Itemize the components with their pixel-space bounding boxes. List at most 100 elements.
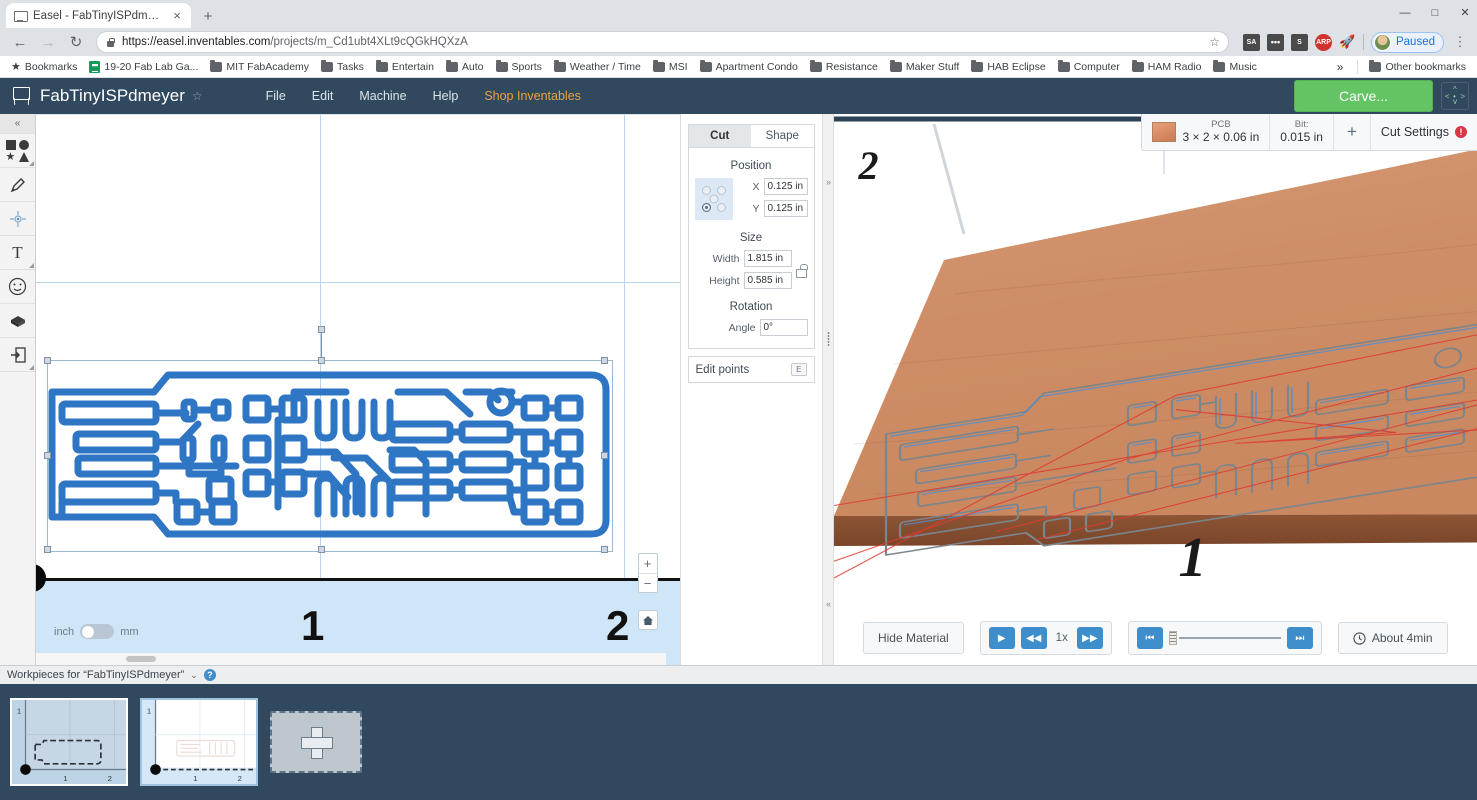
bookmark-star-icon[interactable]: ☆ bbox=[1209, 35, 1220, 49]
help-icon[interactable]: ? bbox=[203, 669, 216, 681]
import-tool[interactable] bbox=[0, 338, 35, 372]
resize-handle-se[interactable] bbox=[601, 546, 608, 553]
slider-thumb[interactable] bbox=[1168, 631, 1177, 645]
minimize-icon[interactable]: — bbox=[1397, 5, 1413, 21]
chevron-down-icon[interactable]: ⌄ bbox=[190, 670, 198, 681]
estimated-time-badge[interactable]: About 4min bbox=[1337, 622, 1448, 654]
bookmarks-overflow-icon[interactable]: » bbox=[1329, 60, 1352, 74]
zoom-out-button[interactable]: − bbox=[638, 573, 657, 592]
anchor-top-right[interactable] bbox=[716, 186, 726, 195]
add-workpiece-button[interactable] bbox=[270, 711, 362, 773]
anchor-center[interactable] bbox=[709, 194, 718, 204]
other-bookmarks-item[interactable]: Other bookmarks bbox=[1364, 59, 1471, 75]
anchor-bottom-left[interactable] bbox=[701, 203, 711, 212]
anchor-top-left[interactable] bbox=[701, 186, 711, 195]
rotation-angle-input[interactable]: 0° bbox=[759, 319, 808, 336]
hide-material-button[interactable]: Hide Material bbox=[862, 622, 964, 654]
resize-handle-sw[interactable] bbox=[44, 546, 51, 553]
reload-icon[interactable]: ↻ bbox=[64, 30, 88, 54]
bookmark-item-auto[interactable]: Auto bbox=[441, 59, 489, 75]
bookmark-item-apartment-condo[interactable]: Apartment Condo bbox=[695, 59, 803, 75]
aspect-lock-icon[interactable] bbox=[794, 263, 808, 278]
3d-object-tool[interactable] bbox=[0, 304, 35, 338]
resize-handle-s[interactable] bbox=[318, 546, 325, 553]
fast-forward-button[interactable]: ▶▶ bbox=[1076, 627, 1103, 649]
size-width-input[interactable]: 1.815 in bbox=[743, 250, 792, 267]
chrome-menu-icon[interactable]: ⋮ bbox=[1451, 34, 1469, 50]
menu-help[interactable]: Help bbox=[420, 85, 472, 107]
resize-handle-n[interactable] bbox=[318, 357, 325, 364]
bookmark-item-ham-radio[interactable]: HAM Radio bbox=[1127, 59, 1207, 75]
easel-logo-icon[interactable] bbox=[8, 84, 34, 108]
canvas-horizontal-scrollbar[interactable] bbox=[36, 653, 666, 665]
center-point-tool[interactable] bbox=[0, 202, 35, 236]
favorite-star-icon[interactable]: ☆ bbox=[192, 89, 203, 103]
arp-extension-icon[interactable]: ARP bbox=[1314, 33, 1332, 51]
bookmark-item-mitfabacademy[interactable]: MIT FabAcademy bbox=[205, 59, 314, 75]
rotation-handle[interactable] bbox=[318, 326, 325, 333]
bookmark-item-entertain[interactable]: Entertain bbox=[371, 59, 439, 75]
bookmark-item-hab-eclipse[interactable]: HAB Eclipse bbox=[966, 59, 1050, 75]
dots-extension-icon[interactable]: ••• bbox=[1266, 33, 1284, 51]
unit-switch[interactable] bbox=[80, 624, 115, 639]
3d-preview[interactable]: 2 1 PCB 3 × 2 × 0.06 in Bit: 0.015 in + … bbox=[833, 114, 1477, 665]
bookmark-item-music[interactable]: Music bbox=[1208, 59, 1261, 75]
bookmark-item-computer[interactable]: Computer bbox=[1053, 59, 1125, 75]
bookmark-item-resistance[interactable]: Resistance bbox=[805, 59, 883, 75]
add-bit-button[interactable]: + bbox=[1334, 114, 1371, 150]
address-bar[interactable]: https://easel.inventables.com/projects/m… bbox=[96, 31, 1229, 53]
tab-cut[interactable]: Cut bbox=[688, 125, 751, 147]
edit-points-button[interactable]: Edit points E bbox=[687, 356, 815, 383]
menu-file[interactable]: File bbox=[253, 85, 299, 107]
close-icon[interactable]: × bbox=[170, 9, 184, 23]
design-canvas[interactable]: 1 2 inch mm + − bbox=[36, 114, 680, 665]
anchor-bottom-right[interactable] bbox=[716, 203, 726, 212]
menu-machine[interactable]: Machine bbox=[346, 85, 419, 107]
resize-handle-nw[interactable] bbox=[44, 357, 51, 364]
expand-view-icon[interactable]: ^ < • > v bbox=[1441, 82, 1469, 110]
bookmark-item-sports[interactable]: Sports bbox=[491, 59, 547, 75]
play-button[interactable]: ▶ bbox=[988, 627, 1015, 649]
rocket-extension-icon[interactable]: 🚀 bbox=[1339, 34, 1356, 51]
anchor-picker[interactable] bbox=[694, 178, 733, 220]
workpiece-2-card[interactable]: 1 1 2 bbox=[140, 698, 258, 786]
resize-handle-w[interactable] bbox=[44, 452, 51, 459]
skip-to-start-button[interactable]: ⏮ bbox=[1136, 627, 1163, 649]
workpiece-1-card[interactable]: 1 1 2 bbox=[10, 698, 128, 786]
pen-tool[interactable] bbox=[0, 168, 35, 202]
progress-slider[interactable] bbox=[1168, 631, 1281, 645]
bookmark-item-maker-stuff[interactable]: Maker Stuff bbox=[885, 59, 965, 75]
scrollbar-thumb[interactable] bbox=[126, 656, 156, 662]
position-y-input[interactable]: 0.125 in bbox=[763, 200, 808, 217]
size-height-input[interactable]: 0.585 in bbox=[743, 272, 792, 289]
profile-button[interactable]: Paused bbox=[1370, 31, 1444, 53]
carve-button[interactable]: Carve... bbox=[1293, 80, 1433, 112]
maximize-icon[interactable]: □ bbox=[1427, 5, 1443, 21]
zoom-in-button[interactable]: + bbox=[639, 554, 657, 573]
emoji-tool[interactable] bbox=[0, 270, 35, 304]
resize-handle-ne[interactable] bbox=[601, 357, 608, 364]
canvas-surface[interactable]: 1 2 inch mm + − bbox=[36, 114, 680, 665]
sa-extension-icon[interactable]: SA bbox=[1242, 33, 1260, 51]
position-x-input[interactable]: 0.125 in bbox=[763, 178, 808, 195]
bookmark-item-weather-time[interactable]: Weather / Time bbox=[549, 59, 646, 75]
resize-handle-e[interactable] bbox=[601, 452, 608, 459]
bookmark-item-fablab[interactable]: 19-20 Fab Lab Ga... bbox=[84, 59, 203, 75]
menu-shop-inventables[interactable]: Shop Inventables bbox=[471, 85, 594, 107]
home-view-button[interactable] bbox=[637, 610, 658, 630]
divider-drag-handle[interactable] bbox=[825, 332, 831, 346]
bit-selector[interactable]: Bit: 0.015 in bbox=[1270, 114, 1334, 150]
new-tab-button[interactable]: + bbox=[198, 7, 218, 27]
back-icon[interactable]: ← bbox=[8, 30, 32, 54]
collapse-rail-button[interactable]: « bbox=[0, 114, 35, 134]
tab-shape[interactable]: Shape bbox=[751, 125, 814, 147]
skip-to-end-button[interactable]: ⏭ bbox=[1286, 627, 1313, 649]
s-extension-icon[interactable]: S bbox=[1290, 33, 1308, 51]
browser-tab[interactable]: Easel - FabTinyISPdmeyer × bbox=[6, 3, 191, 28]
shapes-tool[interactable]: ★ bbox=[0, 134, 35, 168]
cut-settings-button[interactable]: Cut Settings ! bbox=[1371, 114, 1477, 150]
close-window-icon[interactable]: ✕ bbox=[1457, 5, 1473, 21]
text-tool[interactable]: T bbox=[0, 236, 35, 270]
bookmark-item-tasks[interactable]: Tasks bbox=[316, 59, 369, 75]
unit-toggle[interactable]: inch mm bbox=[54, 624, 139, 639]
